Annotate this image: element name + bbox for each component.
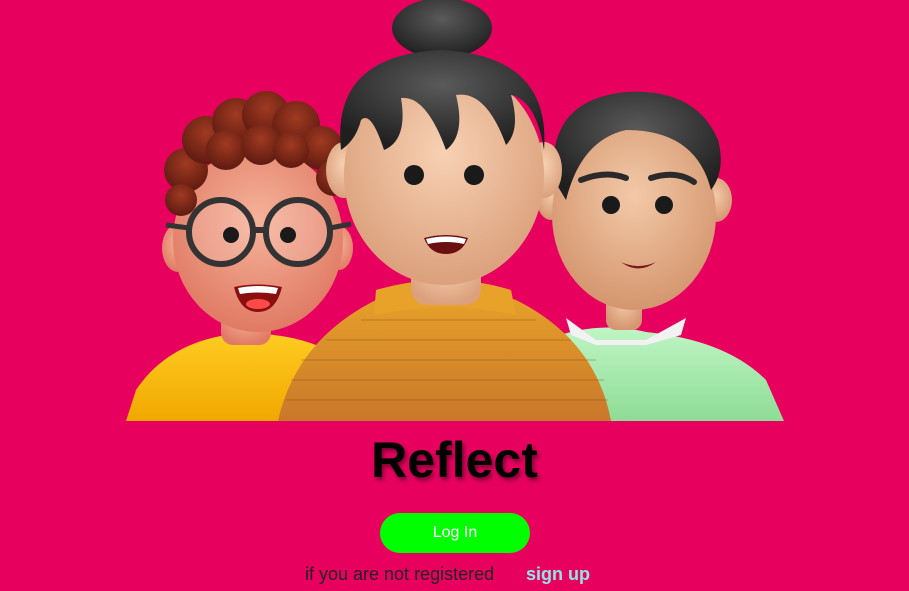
signup-link[interactable]: sign up xyxy=(526,564,590,585)
avatars-illustration xyxy=(126,0,784,421)
landing-page: Reflect Log In if you are not registered… xyxy=(0,0,909,591)
register-prompt: if you are not registered xyxy=(305,564,495,584)
app-title: Reflect xyxy=(371,432,538,488)
login-button[interactable]: Log In xyxy=(380,513,530,553)
